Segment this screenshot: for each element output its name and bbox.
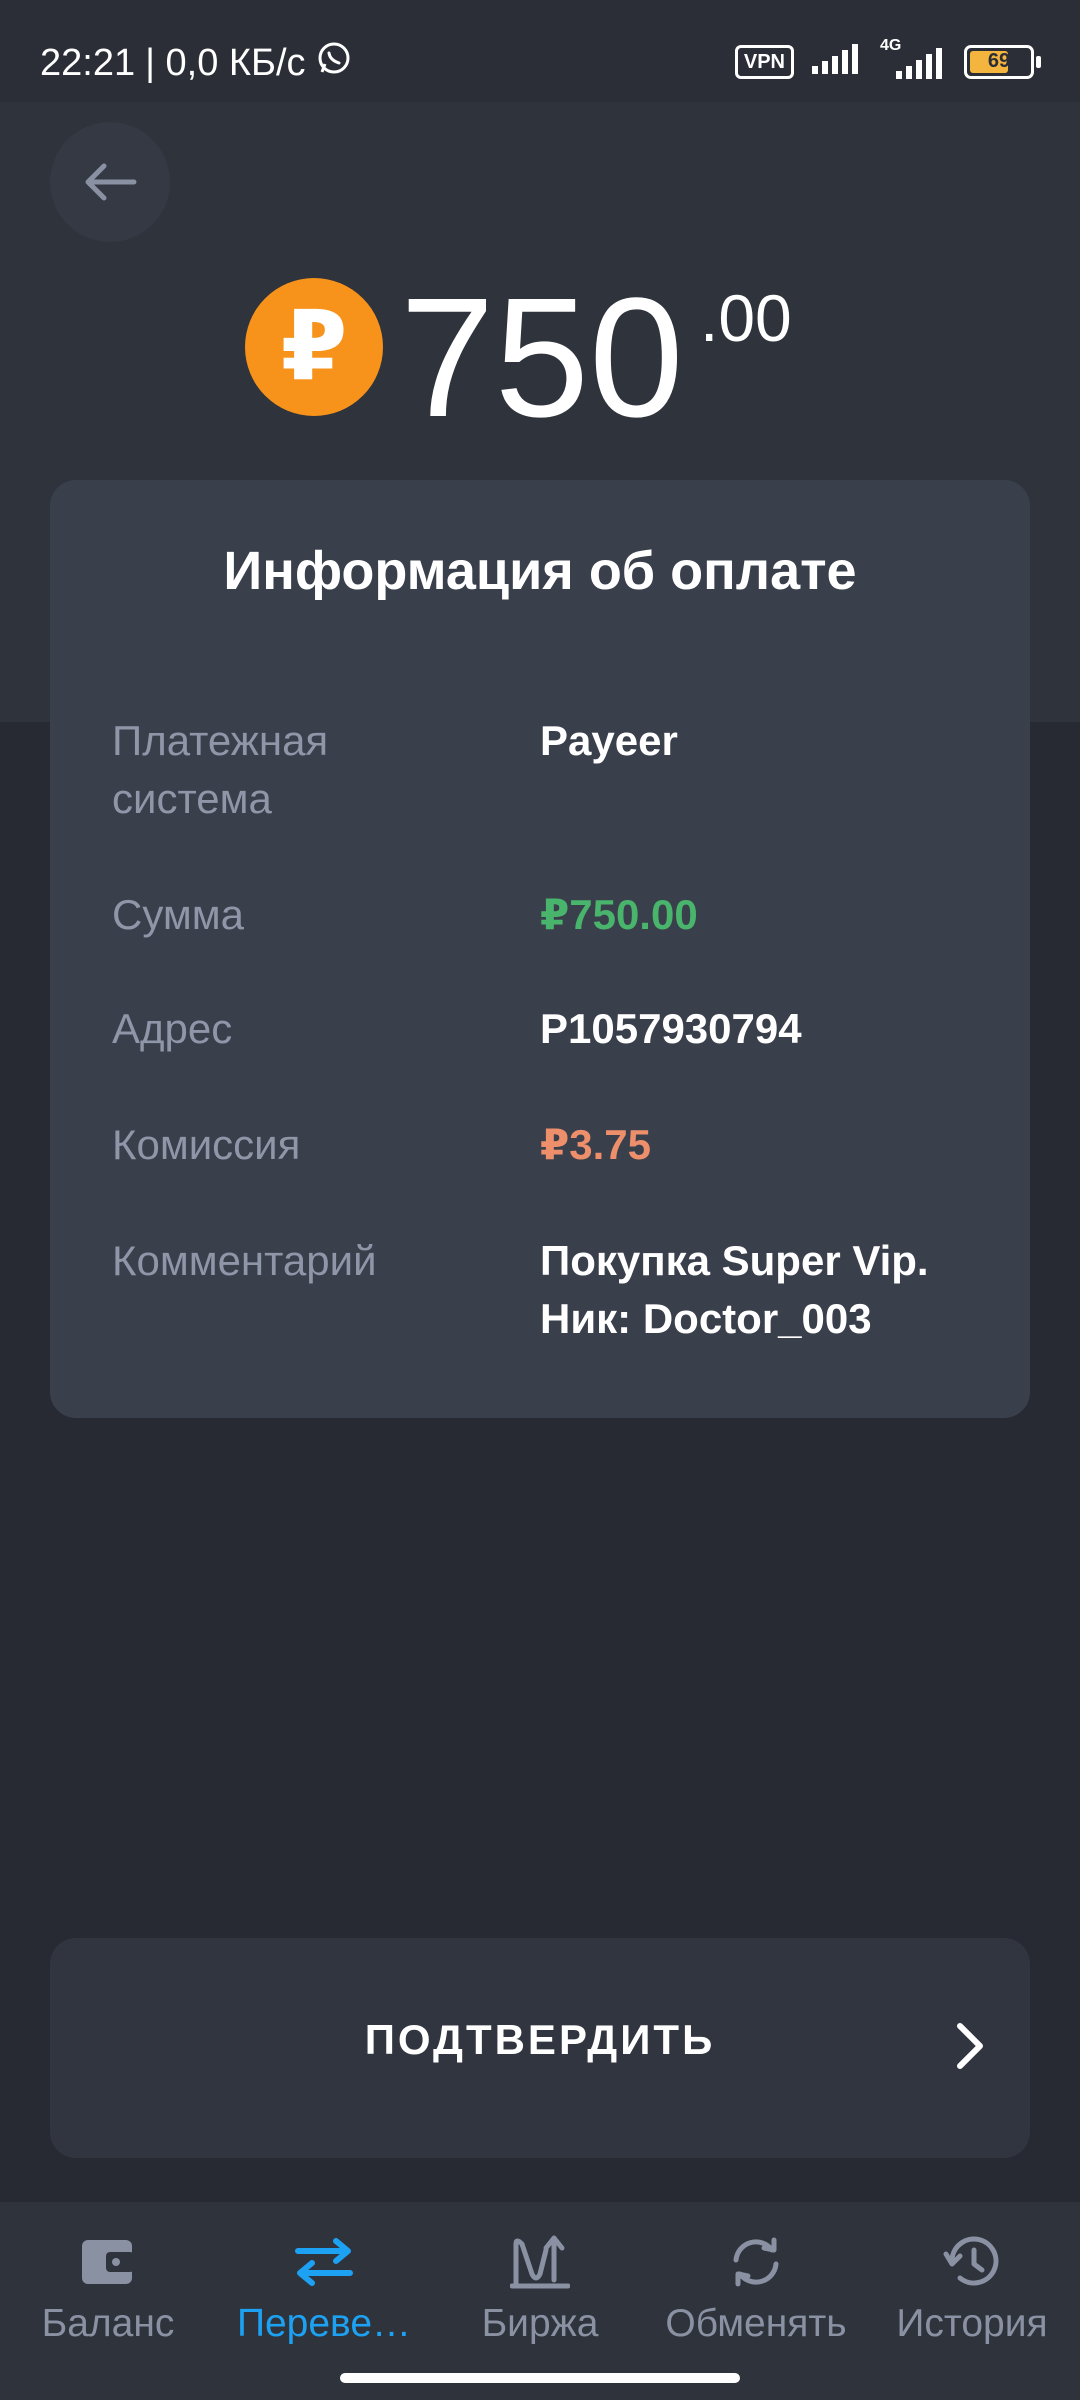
status-time: 22:21 (40, 41, 136, 84)
transfer-icon (216, 2222, 432, 2302)
nav-item-exchange[interactable]: Биржа (432, 2222, 648, 2362)
payment-system-label: Платежная система (112, 717, 329, 822)
battery-icon: 69 (964, 44, 1041, 79)
battery-level: 69 (987, 50, 1011, 72)
status-bar: 22:21 | 0,0 КБ/с VPN 4G 69 (0, 0, 1080, 102)
chevron-right-icon (957, 2023, 983, 2069)
back-button[interactable] (50, 122, 170, 242)
nav-item-balance[interactable]: Баланс (0, 2222, 216, 2362)
address-label: Адрес (112, 1005, 233, 1052)
confirm-label: ПОДТВЕРДИТЬ (364, 2016, 716, 2063)
amount-label: Сумма (112, 891, 244, 938)
amount-display: ₽ 750 .00 (0, 263, 1080, 453)
status-net-speed: | 0,0 КБ/с (145, 41, 306, 84)
history-icon (864, 2222, 1080, 2302)
comment-label: Комментарий (112, 1237, 377, 1284)
payment-info-card: Информация об оплате Платежная система P… (50, 480, 1030, 1418)
signal-4g-icon: 4G (880, 37, 946, 79)
comment-value: Покупка Super Vip. Ник: Doctor_003 (540, 1237, 929, 1342)
nav-label-transfer: Переве… (236, 2302, 412, 2345)
bottom-nav: Баланс Переве… Биржа Обменять История (0, 2202, 1080, 2400)
amount-value: ₽750.00 (540, 891, 698, 938)
amount-cents: .00 (700, 281, 792, 355)
nav-label-balance: Баланс (41, 2302, 175, 2345)
nav-item-swap[interactable]: Обменять (648, 2222, 864, 2362)
status-right: VPN 4G 69 (734, 37, 1041, 79)
fee-value: ₽3.75 (540, 1121, 651, 1168)
nav-item-transfer[interactable]: Переве… (216, 2222, 432, 2362)
wallet-icon (0, 2222, 216, 2302)
exchange-chart-icon (432, 2222, 648, 2302)
vpn-icon: VPN (734, 44, 794, 79)
fee-label: Комиссия (112, 1121, 301, 1168)
swap-icon (648, 2222, 864, 2302)
confirm-button[interactable]: ПОДТВЕРДИТЬ (50, 1938, 1030, 2158)
ruble-coin-icon: ₽ (245, 278, 383, 416)
nav-label-swap: Обменять (665, 2302, 847, 2345)
payment-system-value: Payeer (540, 717, 678, 764)
status-left: 22:21 | 0,0 КБ/с (40, 40, 352, 86)
amount-whole: 750 (400, 263, 684, 453)
arrow-left-icon (85, 163, 137, 201)
nav-label-exchange: Биржа (481, 2302, 599, 2345)
whatsapp-icon (316, 40, 352, 86)
home-indicator[interactable] (340, 2373, 740, 2383)
nav-label-history: История (896, 2302, 1048, 2345)
nav-item-history[interactable]: История (864, 2222, 1080, 2362)
signal-icon (812, 44, 862, 79)
address-value: P1057930794 (540, 1005, 802, 1052)
card-title: Информация об оплате (223, 541, 857, 601)
